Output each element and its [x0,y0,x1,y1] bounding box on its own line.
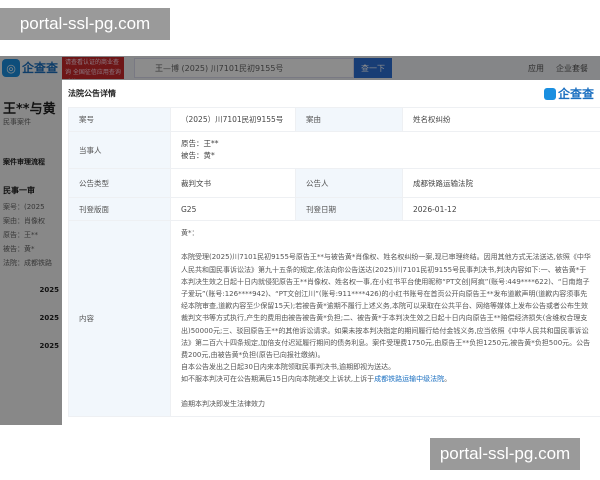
content-line: 逾期本判决即发生法律效力 [181,399,265,408]
logo-text: 企查查 [557,87,594,101]
content-line: 黄*： [181,229,199,237]
content-punct: 。 [444,375,452,384]
label: 刊登日期 [295,197,403,221]
content-paragraph: 本院受理(2025)川7101民初9155号原告王**与被告黄*肖像权、姓名权纠… [181,253,591,360]
notice-content: 黄*： 本院受理(2025)川7101民初9155号原告王**与被告黄*肖像权、… [170,219,600,418]
modal-logo: 企查查 [543,85,594,102]
label: 公告类型 [68,168,171,198]
watermark: portal-ssl-pg.com [0,8,170,40]
label: 公告人 [295,168,403,198]
content-line: 如不服本判决可在公告期满后15日内向本院递交上诉状,上诉于 [181,375,375,384]
cause-value: 姓名权纠纷 [402,107,600,132]
court-link[interactable]: 成都铁路运输中级法院 [374,375,444,383]
label: 案由 [295,107,403,132]
logo-icon [543,87,556,100]
announcer-value: 成都铁路运输法院 [402,168,600,198]
label: 内容 [68,219,171,418]
page-value: G25 [170,197,296,221]
court-notice-modal: 法院公告详情 企查查 案号 （2025）川7101民初9155号 案由 姓名权纠纷 当… [62,80,600,425]
screenshot: ◎企查查 请查看认证的商业查询 全国征信应用查询系统 王—博 (2025) 川7… [0,56,600,425]
label: 刊登版面 [68,197,171,221]
label: 当事人 [68,131,171,169]
defendant: 被告：黄* [181,151,215,160]
label: 案号 [68,107,171,132]
modal-title: 法院公告详情 [68,89,116,98]
watermark: portal-ssl-pg.com [430,438,580,470]
content-line: 自本公告发出之日起30日内来本院领取民事判决书,逾期即视为送达。 [181,363,396,372]
case-number-link[interactable]: （2025）川7101民初9155号 [170,107,296,132]
date-value: 2026-01-12 [402,197,600,221]
plaintiff: 原告：王** [181,139,219,148]
notice-table: 案号 （2025）川7101民初9155号 案由 姓名权纠纷 当事人 原告：王** 被告：… [68,107,600,418]
type-value: 裁判文书 [170,168,296,198]
